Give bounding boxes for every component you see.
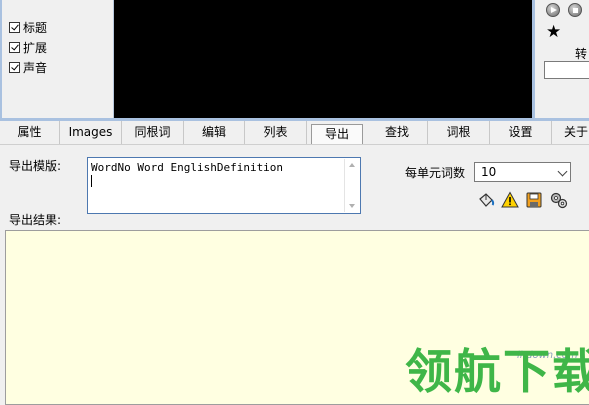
tab-export[interactable]: 导出 — [311, 124, 363, 144]
tab-roots[interactable]: 词根 — [428, 121, 490, 144]
playback-panel: ★ 转 — [532, 0, 589, 118]
gears-icon[interactable] — [550, 191, 568, 209]
result-label: 导出结果: — [9, 213, 62, 227]
tab-edit[interactable]: 编辑 — [184, 121, 245, 144]
star-icon[interactable]: ★ — [546, 24, 561, 41]
tab-settings[interactable]: 设置 — [490, 121, 552, 144]
tab-about[interactable]: 关于 — [552, 121, 589, 144]
chevron-down-icon — [557, 166, 568, 177]
text-caret — [91, 175, 92, 187]
play-icon — [551, 7, 557, 13]
checkbox-sound-label: 声音 — [23, 60, 48, 75]
checkbox-sound-box[interactable] — [9, 61, 20, 73]
tab-bar: 属性 Images 同根词 编辑 列表 导出 查找 词根 设置 关于 — [0, 121, 589, 145]
tab-search[interactable]: 查找 — [367, 121, 428, 144]
tab-images[interactable]: Images — [60, 121, 122, 144]
per-unit-select[interactable]: 10 — [474, 162, 571, 182]
paint-bucket-icon[interactable] — [477, 191, 495, 209]
preview-area — [114, 0, 532, 118]
tab-properties[interactable]: 属性 — [0, 121, 60, 144]
checkbox-title[interactable]: 标题 — [9, 19, 47, 35]
stop-button[interactable] — [568, 3, 582, 17]
per-unit-label: 每单元词数 — [405, 166, 466, 180]
tab-cognates[interactable]: 同根词 — [122, 121, 184, 144]
checkbox-sound[interactable]: 声音 — [9, 59, 47, 75]
display-options-panel: 标题 扩展 声音 — [0, 0, 114, 118]
panel-edge — [0, 0, 2, 118]
checkbox-title-label: 标题 — [23, 20, 48, 35]
template-label: 导出模版: — [9, 159, 62, 173]
checkbox-extension-label: 扩展 — [23, 40, 48, 55]
scroll-down-icon[interactable] — [349, 204, 355, 208]
checkbox-extension[interactable]: 扩展 — [9, 39, 47, 55]
save-icon[interactable] — [525, 191, 543, 209]
play-button[interactable] — [546, 3, 560, 17]
scroll-up-icon[interactable] — [349, 163, 355, 167]
template-text: WordNo Word EnglishDefinition — [91, 161, 284, 174]
tab-list[interactable]: 列表 — [245, 121, 307, 144]
per-unit-value: 10 — [481, 165, 497, 179]
stop-icon — [572, 7, 578, 13]
template-input[interactable]: WordNo Word EnglishDefinition — [87, 157, 361, 214]
checkbox-title-box[interactable] — [9, 21, 20, 33]
watermark-logo: 领航下载 — [405, 345, 589, 400]
checkbox-extension-box[interactable] — [9, 41, 20, 53]
warning-icon[interactable] — [501, 191, 519, 209]
convert-label: 转 — [575, 47, 588, 61]
template-scrollbar[interactable] — [344, 159, 359, 212]
convert-input[interactable] — [544, 61, 589, 79]
